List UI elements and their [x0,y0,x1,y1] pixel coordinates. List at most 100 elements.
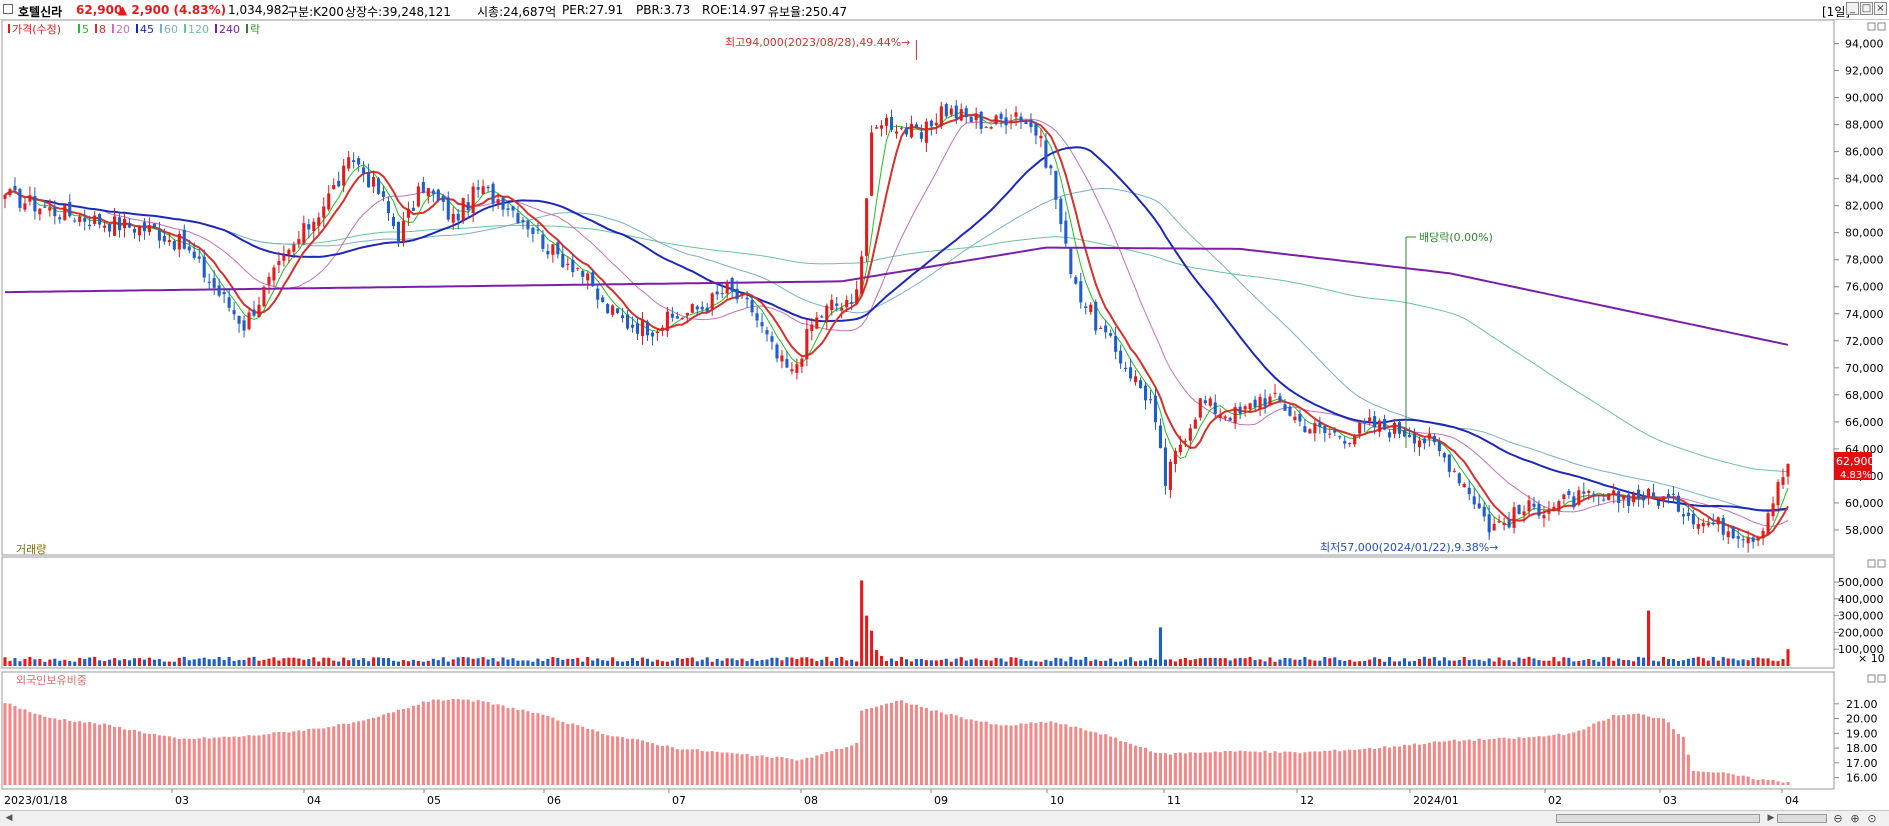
candle-body [640,319,645,337]
foreign-bar [1597,721,1601,785]
volume-bar [735,660,739,666]
foreign-bar [1572,732,1576,785]
volume-bar [571,658,575,666]
candle-body [1129,367,1133,379]
candle-body [1188,428,1192,441]
foreign-bar [38,714,42,785]
candle-body [1447,454,1451,472]
horizontal-scrollbar[interactable]: ◀ ▶ ⊖ ⊕ ⊙ [0,810,1889,826]
candle-body [1104,325,1108,333]
candle-body [815,317,819,329]
foreign-tick-label: 18.00 [1846,742,1878,755]
candle-body [411,207,415,211]
volume-bar [1173,661,1177,666]
candle-body [401,220,405,242]
foreign-bar [715,751,719,785]
foreign-bar [252,735,256,785]
volume-bar [287,657,291,666]
volume-bar [790,657,794,666]
price-tick-label: 74,000 [1845,308,1884,321]
scroll-thumb[interactable] [1777,814,1827,823]
foreign-bar [914,704,918,785]
volume-bar [880,655,884,666]
candle-body [929,120,933,127]
volume-bar [73,661,77,666]
foreign-bar [1761,779,1765,785]
foreign-bar [790,759,794,785]
volume-bar [396,661,400,666]
foreign-panel-label: 외국인보유비중 [16,674,87,687]
foreign-bar [406,708,410,785]
zoom-in-icon[interactable]: ⊕ [1848,812,1862,825]
volume-bar [899,656,904,666]
x-tick-label: 04 [1785,794,1799,807]
foreign-bar [1383,746,1387,785]
candle-body [486,186,490,189]
foreign-bar [277,732,281,785]
volume-bar [312,657,316,666]
candle-body [332,184,336,190]
foreign-bar [1502,737,1506,785]
foreign-bar [63,719,67,785]
volume-bar [386,658,391,666]
candle-body [347,157,351,169]
volume-bar [1417,658,1421,666]
volume-bar [596,658,600,666]
volume-bar [1756,657,1760,666]
stock-chart[interactable]: 58,00060,00062,00064,00066,00068,00070,0… [0,20,1889,810]
candle-body [18,189,22,208]
candle-body [247,312,251,330]
volume-bar [1263,661,1267,666]
candle-body [566,263,570,266]
foreign-bar [1542,736,1546,785]
candle-body [1333,430,1337,433]
candle-body [1781,477,1785,485]
foreign-bar [865,708,869,785]
candle-body [919,132,923,139]
minimize-button[interactable]: _ [1846,2,1859,15]
volume-bar [785,657,789,666]
candle-body [506,208,510,210]
scroll-left-icon[interactable]: ◀ [3,813,15,824]
volume-bar [964,660,968,666]
volume-bar [1502,660,1506,666]
candle-body [1691,514,1695,525]
price-change: ▲ 2,900 (4.83%) [118,3,227,17]
zoom-out-icon[interactable]: ⊖ [1831,812,1845,825]
volume-bar [58,660,62,666]
volume-bar [416,660,420,666]
volume-bar [1084,656,1088,666]
foreign-bar [695,749,699,785]
foreign-tick-label: 17.00 [1846,757,1878,770]
zoom-reset-icon[interactable]: ⊙ [1865,812,1879,825]
candle-body [586,273,590,281]
volume-bar [496,661,500,666]
foreign-bar [725,752,729,785]
candle-body [357,158,361,165]
candle-body [1178,444,1182,453]
volume-bar [720,660,724,666]
volume-bar [1109,658,1113,666]
volume-tick-label: 500,000 [1838,576,1884,589]
candle-body [257,304,261,318]
volume-bar [1522,658,1526,666]
volume-bar [207,659,211,666]
foreign-bar [426,701,430,785]
volume-bar [182,656,186,666]
scroll-right-icon[interactable]: ▶ [1765,813,1777,824]
close-button[interactable]: × [1874,2,1887,15]
candle-body [1442,453,1446,458]
candle-body [655,331,659,333]
volume-bar [347,660,351,666]
maximize-button[interactable]: □ [1860,2,1873,15]
volume-bar [372,657,376,666]
scroll-track-segment[interactable] [1556,814,1760,823]
foreign-bar [880,705,884,785]
foreign-bar [1158,753,1163,785]
volume-bar [1273,661,1277,666]
volume-bar [655,659,659,666]
foreign-bar [282,731,286,785]
foreign-bar [924,708,928,785]
select-checkbox[interactable] [3,4,13,14]
candle-body [1348,443,1352,445]
